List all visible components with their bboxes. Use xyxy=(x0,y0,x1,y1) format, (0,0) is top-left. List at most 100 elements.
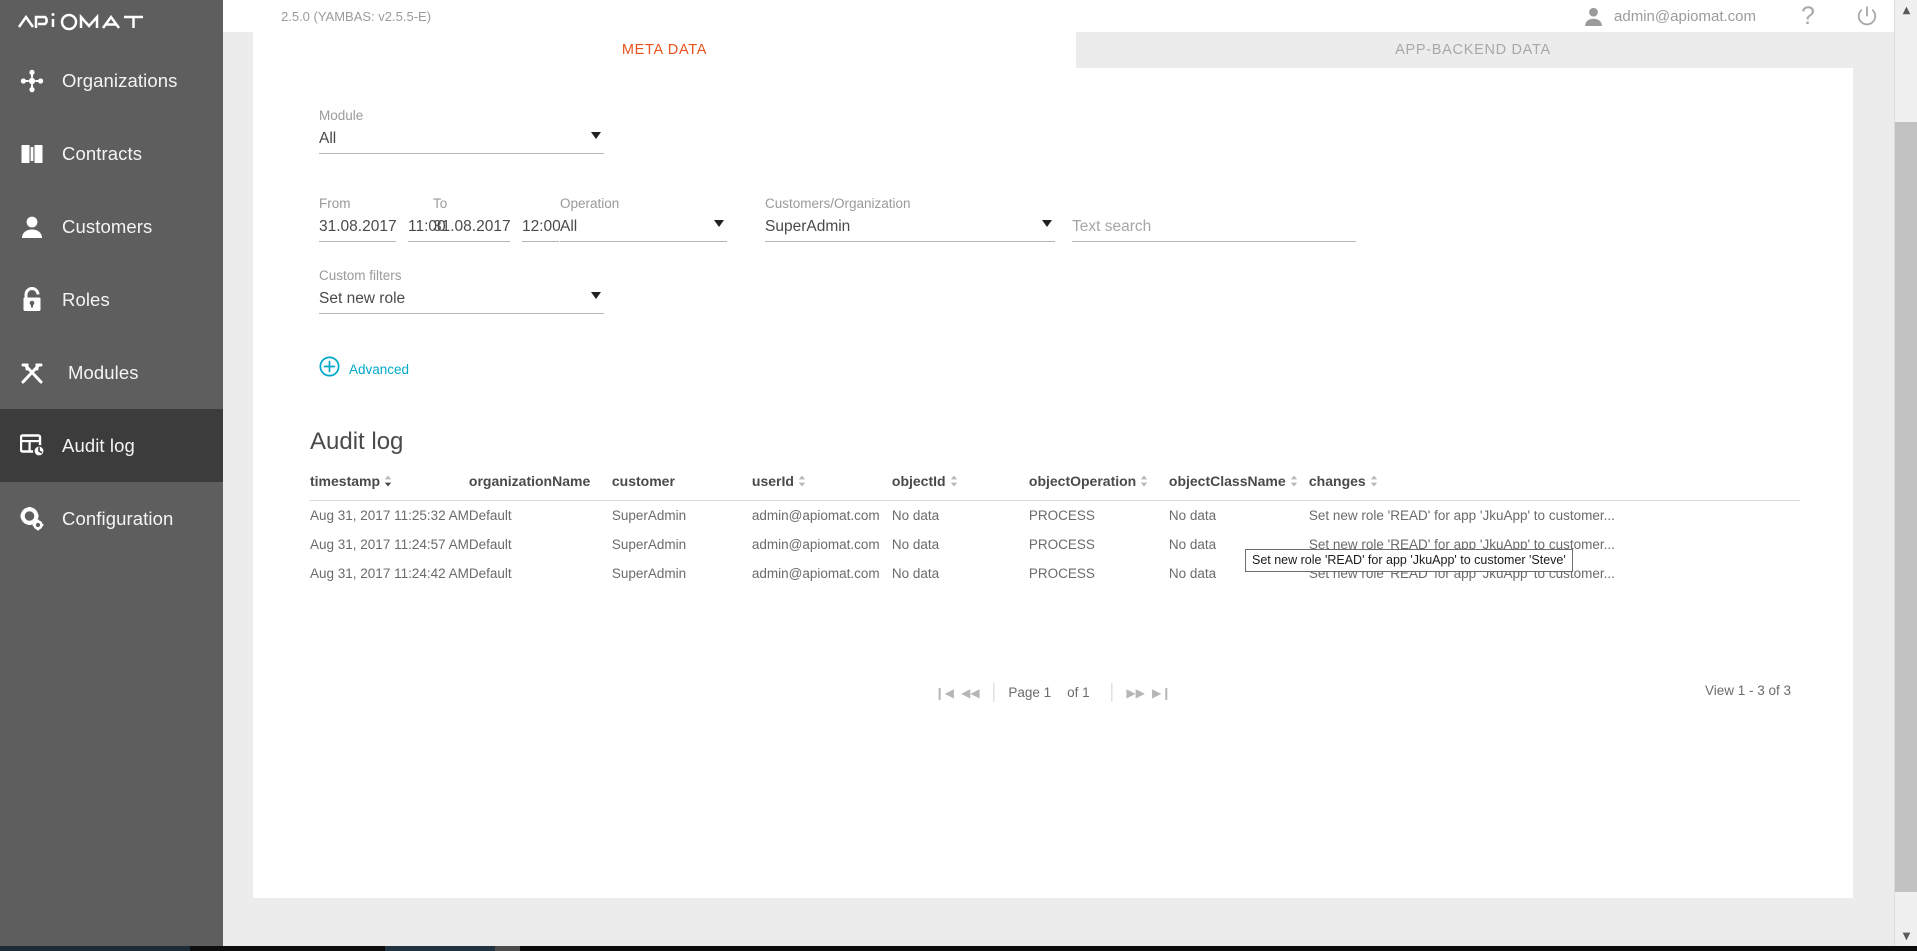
from-date-value: 31.08.2017 xyxy=(319,217,397,236)
pagination-bar: ❙◀ ◀◀ Page 1 of 1 ▶▶ ▶❙ View 1 - 3 of 3 xyxy=(253,683,1853,713)
table-row[interactable]: Aug 31, 2017 11:24:57 AM Default SuperAd… xyxy=(310,530,1800,559)
column-header-object-class-name[interactable]: objectClassName xyxy=(1169,473,1309,501)
table-row[interactable]: Aug 31, 2017 11:25:32 AM Default SuperAd… xyxy=(310,501,1800,531)
page-number-label: Page 1 xyxy=(1008,685,1051,700)
table-head: timestamp organizationName customer user… xyxy=(310,473,1800,501)
prev-page-icon[interactable]: ◀◀ xyxy=(957,686,983,700)
table-row[interactable]: Aug 31, 2017 11:24:42 AM Default SuperAd… xyxy=(310,559,1800,588)
customers-organization-select[interactable]: SuperAdmin xyxy=(765,217,1055,242)
column-label: userId xyxy=(752,473,794,489)
text-search-input[interactable]: Text search xyxy=(1072,217,1356,242)
svg-text:?: ? xyxy=(1801,4,1815,28)
scrollbar-thumb[interactable] xyxy=(1895,122,1917,892)
sort-arrows-icon xyxy=(1370,474,1378,490)
sidebar-item-customers[interactable]: Customers xyxy=(0,190,223,263)
column-label: objectId xyxy=(892,473,946,489)
customers-organization-value: SuperAdmin xyxy=(765,217,850,236)
cell-object-id: No data xyxy=(892,501,1029,531)
sidebar-item-organizations[interactable]: Organizations xyxy=(0,44,223,117)
module-select-value: All xyxy=(319,129,336,148)
taskbar-segment xyxy=(520,946,1917,951)
sidebar-item-label: Organizations xyxy=(62,70,177,92)
vertical-scrollbar[interactable]: ▲ ▼ xyxy=(1894,0,1917,946)
custom-filters-label: Custom filters xyxy=(319,268,604,283)
next-page-icon[interactable]: ▶▶ xyxy=(1123,686,1149,700)
operation-select[interactable]: All xyxy=(560,217,727,242)
column-header-organization-name[interactable]: organizationName xyxy=(469,473,612,501)
sort-arrows-icon xyxy=(1140,474,1148,490)
table-body: Aug 31, 2017 11:25:32 AM Default SuperAd… xyxy=(310,501,1800,589)
custom-filters: Custom filters Set new role xyxy=(319,268,604,314)
column-label: objectClassName xyxy=(1169,473,1286,489)
column-label: objectOperation xyxy=(1029,473,1136,489)
from-date-input[interactable]: 31.08.2017 xyxy=(319,217,396,242)
column-label: changes xyxy=(1309,473,1366,489)
cell-organization-name: Default xyxy=(469,530,612,559)
sort-arrows-icon xyxy=(1290,474,1298,490)
tooltip-text: Set new role 'READ' for app 'JkuApp' to … xyxy=(1252,553,1566,567)
sidebar-item-roles[interactable]: Roles xyxy=(0,263,223,336)
contracts-icon xyxy=(10,143,54,165)
to-filter: To 31.08.2017 12:00 xyxy=(433,196,559,242)
to-date-value: 31.08.2017 xyxy=(433,217,511,236)
app-logo[interactable] xyxy=(0,0,223,44)
user-area: admin@apiomat.com ? xyxy=(1583,0,1878,32)
customers-organization-filter: Customers/Organization SuperAdmin xyxy=(765,196,1055,242)
scroll-down-arrow-icon[interactable]: ▼ xyxy=(1895,926,1917,946)
tab-app-backend-data[interactable]: APP-BACKEND DATA xyxy=(1076,32,1870,68)
cell-object-id: No data xyxy=(892,530,1029,559)
module-filter: Module All xyxy=(319,108,604,154)
content-card: Module All From 31.08.2017 11:00 To xyxy=(253,68,1853,898)
module-select[interactable]: All xyxy=(319,129,604,154)
to-time-input[interactable]: 12:00 xyxy=(522,217,559,242)
cell-object-operation: PROCESS xyxy=(1029,501,1169,531)
module-filter-label: Module xyxy=(319,108,604,123)
cell-object-operation: PROCESS xyxy=(1029,559,1169,588)
chevron-down-icon xyxy=(591,132,601,139)
lock-icon xyxy=(10,287,54,312)
column-header-object-id[interactable]: objectId xyxy=(892,473,1029,501)
tab-bar: META DATA APP-BACKEND DATA xyxy=(223,32,1894,68)
cell-object-class-name: No data xyxy=(1169,501,1309,531)
cell-organization-name: Default xyxy=(469,559,612,588)
sidebar-item-audit-log[interactable]: Audit log xyxy=(0,409,223,482)
sidebar-item-modules[interactable]: Modules xyxy=(0,336,223,409)
top-header: 2.5.0 (YAMBAS: v2.5.5-E) admin@apiomat.c… xyxy=(223,0,1894,32)
app-root: Organizations Contracts Customers xyxy=(0,0,1917,951)
customers-organization-label: Customers/Organization xyxy=(765,196,1055,211)
cell-timestamp: Aug 31, 2017 11:24:42 AM xyxy=(310,559,469,588)
custom-filters-select[interactable]: Set new role xyxy=(319,289,604,314)
column-header-user-id[interactable]: userId xyxy=(752,473,892,501)
chevron-down-icon xyxy=(714,220,724,227)
column-label: timestamp xyxy=(310,473,380,489)
user-email-label: admin@apiomat.com xyxy=(1614,8,1756,25)
tab-meta-data[interactable]: META DATA xyxy=(253,32,1076,68)
column-header-customer[interactable]: customer xyxy=(612,473,752,501)
first-page-icon[interactable]: ❙◀ xyxy=(931,686,957,700)
sidebar-item-contracts[interactable]: Contracts xyxy=(0,117,223,190)
to-date-input[interactable]: 31.08.2017 xyxy=(433,217,510,242)
scroll-up-arrow-icon[interactable]: ▲ xyxy=(1895,0,1917,20)
sidebar-item-label: Modules xyxy=(68,362,139,384)
question-mark-icon[interactable]: ? xyxy=(1798,4,1818,28)
page-total-label: of 1 xyxy=(1067,685,1090,700)
taskbar-segment xyxy=(385,946,495,951)
sidebar-item-configuration[interactable]: Configuration xyxy=(0,482,223,555)
power-icon[interactable] xyxy=(1856,5,1878,27)
sidebar-item-label: Configuration xyxy=(62,508,173,530)
cell-changes: Set new role 'READ' for app 'JkuApp' to … xyxy=(1309,501,1800,531)
advanced-label: Advanced xyxy=(349,362,409,377)
column-label: organizationName xyxy=(469,473,590,489)
sort-arrows-icon xyxy=(384,474,392,490)
table-header-row: timestamp organizationName customer user… xyxy=(310,473,1800,501)
column-label: customer xyxy=(612,473,675,489)
to-time-value: 12:00 xyxy=(522,217,561,236)
page-title: Audit log xyxy=(310,428,403,456)
sort-arrows-icon xyxy=(798,474,806,490)
column-header-object-operation[interactable]: objectOperation xyxy=(1029,473,1169,501)
advanced-toggle[interactable]: Advanced xyxy=(319,356,409,382)
column-header-changes[interactable]: changes xyxy=(1309,473,1800,501)
sidebar: Organizations Contracts Customers xyxy=(0,0,223,946)
column-header-timestamp[interactable]: timestamp xyxy=(310,473,469,501)
last-page-icon[interactable]: ▶❙ xyxy=(1149,686,1175,700)
